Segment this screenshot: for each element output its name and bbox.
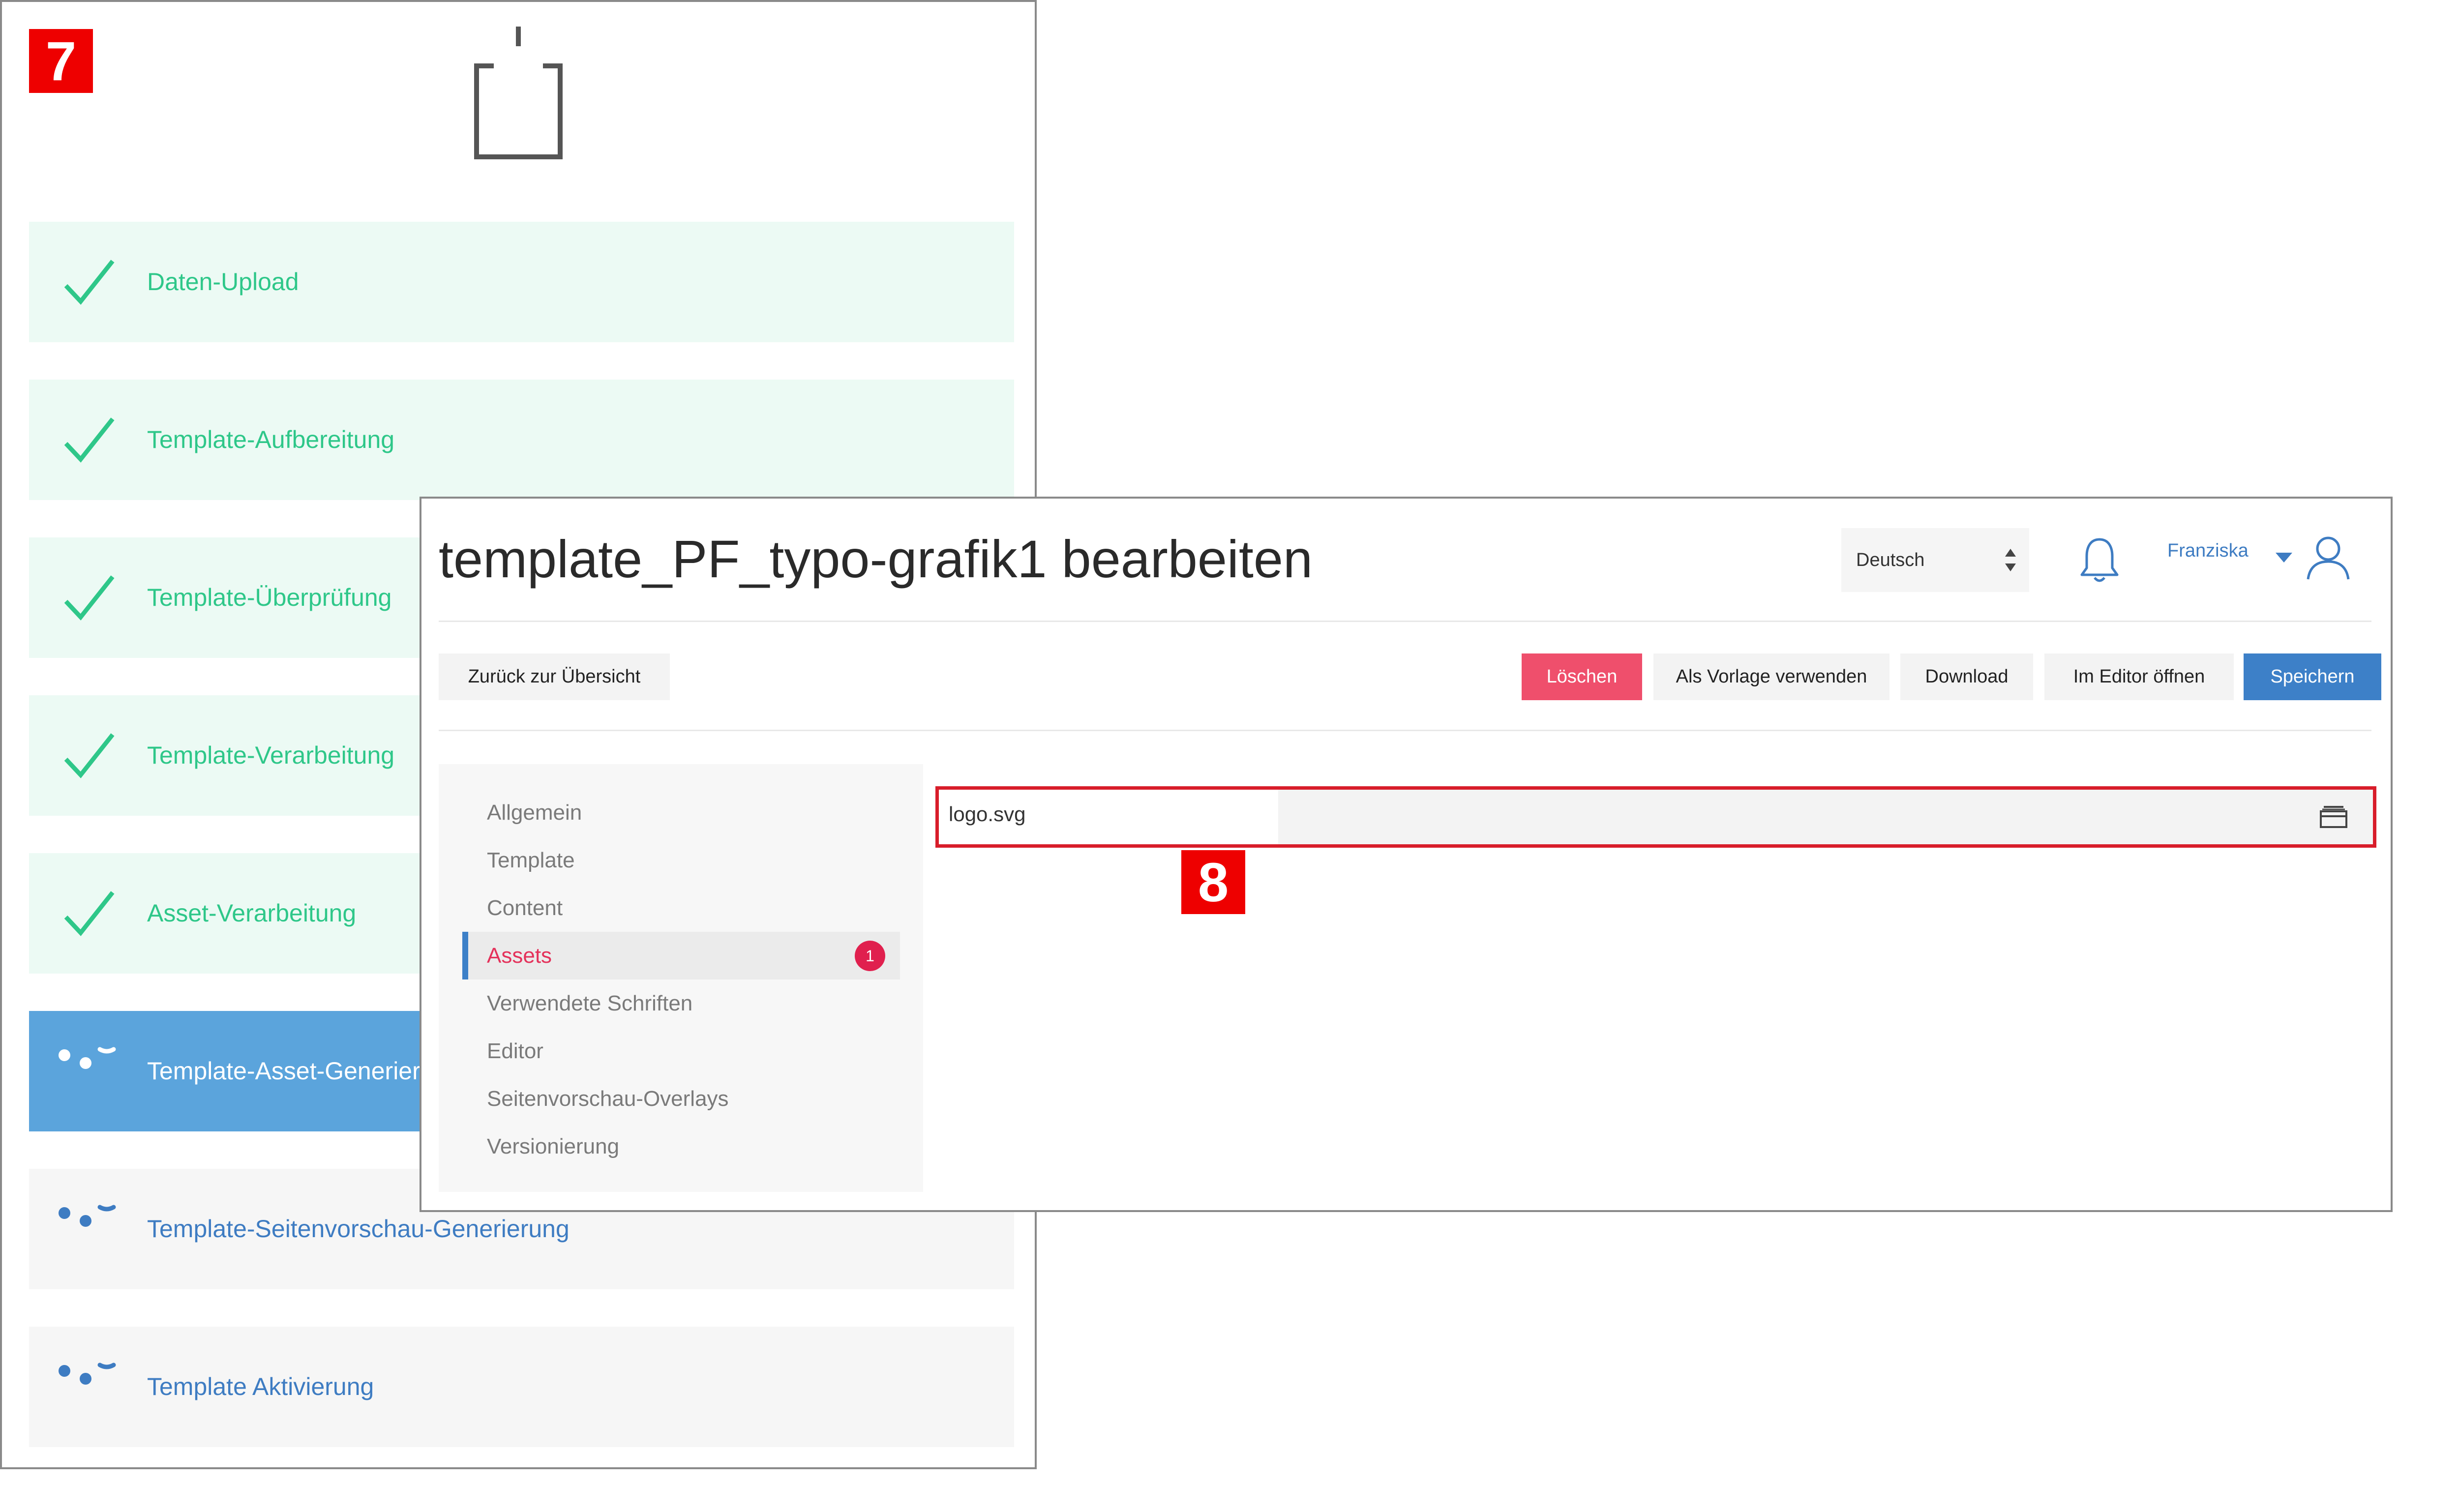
asset-row-highlighted: logo.svg (935, 786, 2376, 848)
language-select[interactable]: Deutsch (1841, 528, 2029, 592)
open-in-editor-button[interactable]: Im Editor öffnen (2044, 653, 2234, 700)
sidebar-item-label: Editor (487, 1039, 543, 1063)
step-label: Template-Aufbereitung (147, 426, 395, 453)
language-select-value: Deutsch (1856, 549, 1925, 570)
checkmark-icon (64, 575, 115, 621)
sidebar-item-label: Verwendete Schriften (487, 991, 693, 1015)
step-label: Template-Verarbeitung (147, 741, 395, 769)
template-edit-panel: template_PF_typo-grafik1 bearbeiten Deut… (420, 497, 2393, 1212)
asset-filename[interactable]: logo.svg (939, 790, 1278, 844)
checkmark-icon (64, 733, 115, 778)
spinner-dots-icon (59, 1047, 116, 1069)
sidebar-item-label: Assets (487, 944, 552, 968)
annotation-badge-7: 7 (29, 29, 93, 93)
step-template-aktivierung: Template Aktivierung (29, 1327, 1014, 1447)
checkmark-icon (64, 260, 115, 305)
header-divider (439, 621, 2371, 622)
step-label: Asset-Verarbeitung (147, 899, 357, 927)
section-sidebar: Allgemein Template Content Assets 1 Verw… (439, 764, 923, 1192)
page-title: template_PF_typo-grafik1 bearbeiten (439, 529, 1313, 589)
step-label: Template-Überprüfung (147, 584, 392, 611)
step-daten-upload: Daten-Upload (29, 222, 1014, 342)
sidebar-item-seitenvorschau-overlays[interactable]: Seitenvorschau-Overlays (462, 1075, 900, 1123)
save-button[interactable]: Speichern (2244, 653, 2381, 700)
sidebar-item-label: Allgemein (487, 800, 582, 825)
checkmark-icon (64, 417, 115, 463)
step-label: Template-Asset-Generierung (147, 1057, 462, 1085)
download-button[interactable]: Download (1900, 653, 2033, 700)
select-arrows-icon (2005, 549, 2016, 571)
sidebar-item-label: Seitenvorschau-Overlays (487, 1087, 729, 1111)
toolbar-divider (439, 730, 2371, 731)
step-label: Daten-Upload (147, 268, 299, 296)
sidebar-item-template[interactable]: Template (462, 836, 900, 884)
bell-icon[interactable] (2079, 535, 2121, 585)
delete-button[interactable]: Löschen (1522, 653, 1642, 700)
sidebar-item-assets[interactable]: Assets 1 (462, 932, 900, 979)
step-label: Template Aktivierung (147, 1373, 374, 1400)
use-as-template-button[interactable]: Als Vorlage verwenden (1653, 653, 1889, 700)
sidebar-item-content[interactable]: Content (462, 884, 900, 932)
sidebar-item-label: Template (487, 848, 575, 872)
sidebar-item-label: Content (487, 896, 563, 920)
spinner-dots-icon (59, 1363, 116, 1385)
asset-row-body (1278, 790, 2373, 844)
archive-icon[interactable] (2319, 804, 2348, 829)
annotation-badge-8: 8 (1181, 850, 1245, 914)
back-to-overview-button[interactable]: Zurück zur Übersicht (439, 653, 670, 700)
checkmark-icon (64, 891, 115, 936)
spinner-dots-icon (59, 1205, 116, 1227)
user-avatar-icon[interactable] (2305, 534, 2352, 581)
sidebar-item-verwendete-schriften[interactable]: Verwendete Schriften (462, 979, 900, 1027)
sidebar-item-editor[interactable]: Editor (462, 1027, 900, 1075)
chevron-down-icon[interactable] (2276, 553, 2292, 563)
step-template-aufbereitung: Template-Aufbereitung (29, 380, 1014, 500)
user-name[interactable]: Franziska (2167, 540, 2249, 562)
loading-bracket-icon (474, 27, 563, 159)
sidebar-item-versionierung[interactable]: Versionierung (462, 1123, 900, 1170)
sidebar-item-allgemein[interactable]: Allgemein (462, 789, 900, 836)
assets-count-badge: 1 (855, 941, 885, 971)
sidebar-item-label: Versionierung (487, 1134, 620, 1158)
